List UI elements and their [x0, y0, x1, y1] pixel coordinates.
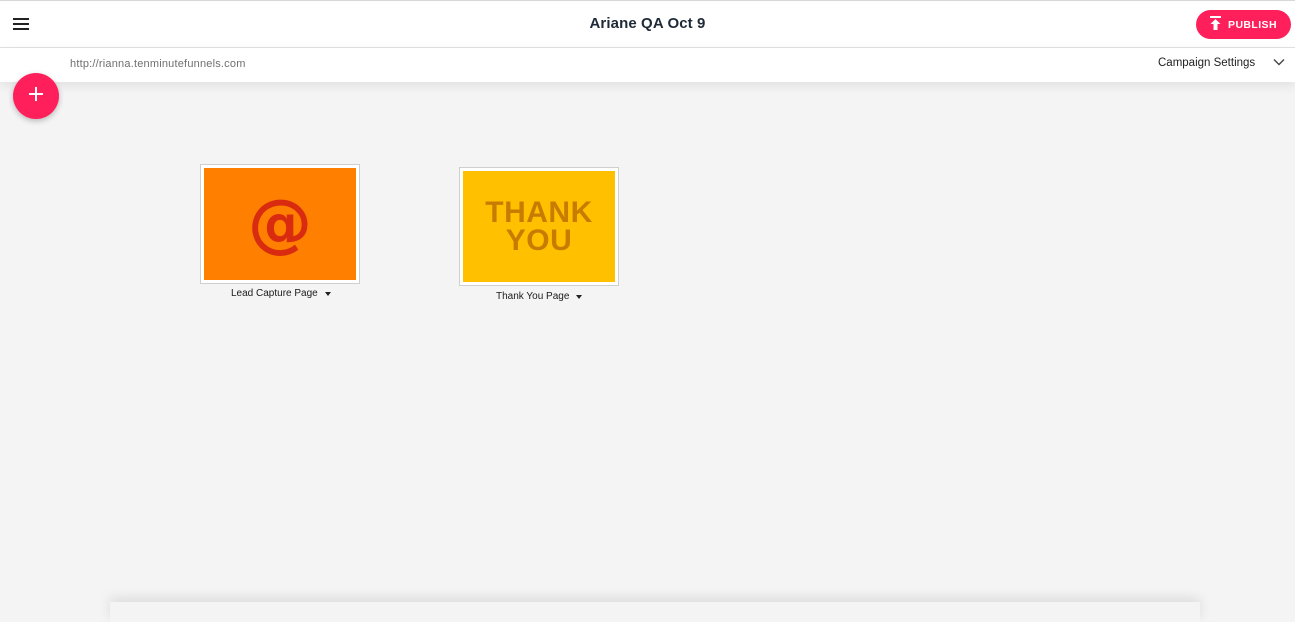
caret-down-icon: [576, 295, 583, 299]
chevron-down-icon: [1273, 57, 1285, 69]
caret-down-icon: [324, 292, 331, 296]
thumbnail-text-line1: THANK: [485, 195, 593, 229]
campaign-settings-label: Campaign Settings: [1158, 57, 1256, 69]
page-label: Lead Capture Page: [231, 288, 318, 299]
page-card-lead-capture[interactable]: @: [200, 164, 360, 284]
page-menu-lead-capture[interactable]: Lead Capture Page: [231, 288, 331, 299]
publish-button[interactable]: PUBLISH: [1196, 10, 1291, 39]
at-sign-icon: @: [248, 187, 312, 261]
bottom-panel-edge: [110, 602, 1200, 622]
upload-icon: [1210, 16, 1222, 33]
thumbnail-text-line2: YOU: [505, 223, 573, 257]
publish-label: PUBLISH: [1228, 18, 1277, 31]
top-bar: Ariane QA Oct 9 PUBLISH: [0, 0, 1295, 48]
page-thumbnail: @: [204, 168, 356, 280]
page-menu-thank-you[interactable]: Thank You Page: [496, 291, 583, 302]
campaign-settings-dropdown[interactable]: Campaign Settings: [1158, 57, 1285, 69]
page-thumbnail: THANK YOU: [463, 171, 615, 282]
plus-icon: [29, 86, 43, 106]
page-label: Thank You Page: [496, 291, 570, 302]
campaign-url[interactable]: http://rianna.tenminutefunnels.com: [70, 58, 246, 70]
campaign-title: Ariane QA Oct 9: [589, 15, 706, 32]
url-bar: http://rianna.tenminutefunnels.com Campa…: [0, 48, 1295, 82]
add-page-button[interactable]: [13, 73, 59, 119]
page-card-thank-you[interactable]: THANK YOU: [459, 167, 619, 286]
